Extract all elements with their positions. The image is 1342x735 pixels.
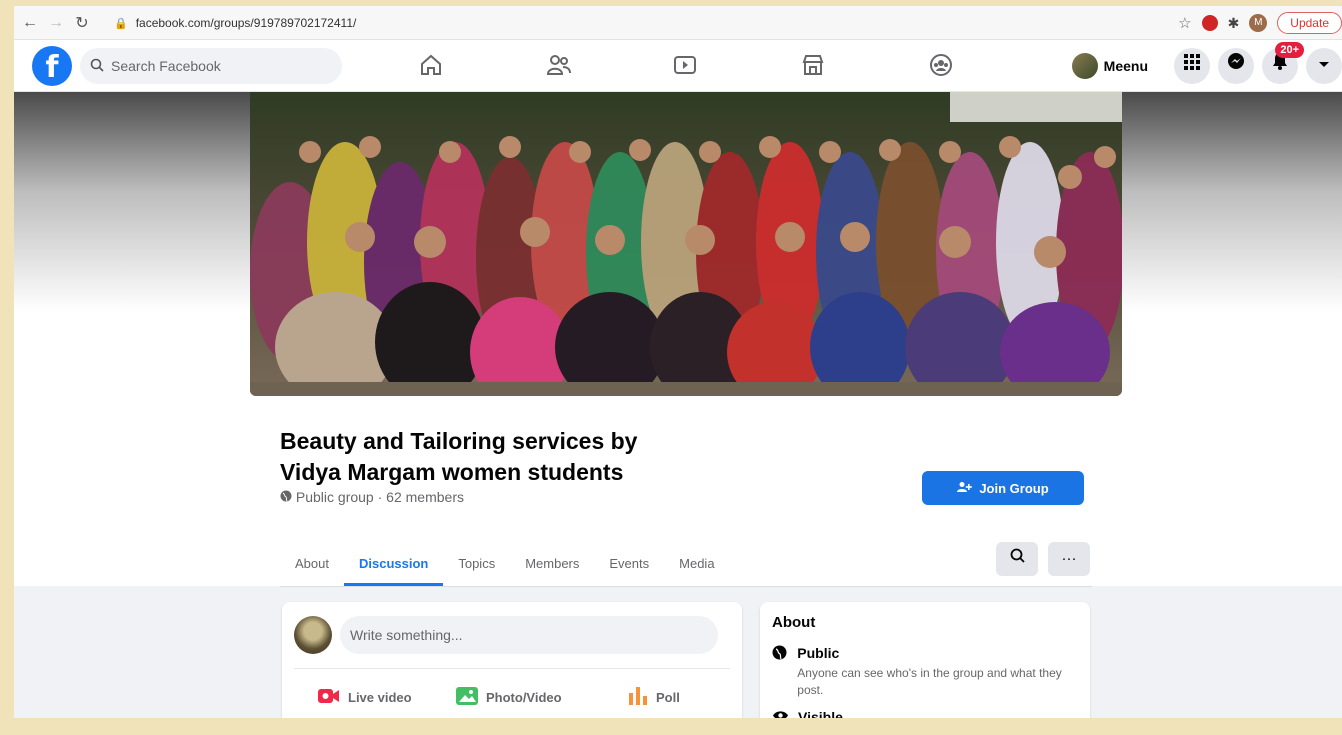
messenger-icon [1227,53,1245,74]
profile-shortcut[interactable]: Meenu [1071,53,1166,79]
friends-icon[interactable] [544,52,574,80]
group-search-button[interactable] [996,542,1038,576]
reload-icon[interactable]: ↻ [72,13,92,33]
marketplace-icon[interactable] [798,52,828,80]
more-icon: ··· [1061,550,1077,567]
join-group-button[interactable]: Join Group [922,471,1084,505]
screen: ← → ↻ 🔒 facebook.com/groups/919789702172… [14,6,1342,724]
about-heading: About [772,614,816,631]
groups-icon[interactable] [926,52,956,80]
tab-about[interactable]: About [280,542,344,586]
group-tabs: About Discussion Topics Members Events M… [280,542,730,586]
about-public-title: Public [797,645,840,661]
back-icon[interactable]: ← [20,14,40,32]
browser-toolbar: ← → ↻ 🔒 facebook.com/groups/919789702172… [14,6,1342,40]
browser-update-button[interactable]: Update [1277,12,1342,34]
facebook-logo-icon[interactable]: f [32,46,72,86]
tab-events[interactable]: Events [594,542,664,586]
group-name-line-1: Beauty and Tailoring services by [280,428,638,454]
home-icon[interactable] [416,52,446,80]
about-public-row: Public Anyone can see who's in the group… [772,645,1078,699]
meta-separator: · [373,489,387,505]
header-actions: Meenu 20+ [1071,42,1342,84]
group-privacy[interactable]: Public group [296,489,374,505]
facebook-header: f Search Facebook Meenu 20+ [14,40,1342,92]
extension-icon[interactable] [1201,15,1218,31]
extensions-puzzle-icon[interactable]: ✱ [1228,15,1240,32]
photo-video-button[interactable]: Photo/Video [456,682,562,712]
poll-button[interactable]: Poll [628,682,680,712]
search-icon [1010,548,1025,567]
url-text: facebook.com/groups/919789702172411/ [135,16,357,30]
menu-grid-button[interactable] [1174,48,1210,84]
write-something-input[interactable]: Write something... [340,616,718,654]
about-card: About Public Anyone can see who's in the… [760,602,1090,724]
tab-members[interactable]: Members [510,542,594,586]
live-video-button[interactable]: Live video [318,682,412,712]
user-name: Meenu [1103,58,1148,74]
tab-topics[interactable]: Topics [443,542,510,586]
join-group-icon [957,481,973,496]
avatar [294,616,332,654]
forward-icon[interactable]: → [46,14,66,32]
group-member-count[interactable]: 62 members [386,489,464,505]
search-placeholder: Search Facebook [111,58,221,74]
lock-icon: 🔒 [114,17,128,30]
globe-icon [280,489,296,505]
tabs-divider [280,586,1092,587]
page-title: Beauty and Tailoring services by Vidya M… [280,426,637,488]
photo-video-label: Photo/Video [486,689,562,705]
bell-icon [1272,53,1288,74]
live-video-icon [318,688,340,707]
torn-paper-edge [0,718,1342,735]
watch-icon[interactable] [670,52,700,80]
browser-actions: ☆ ✱ M Update [1178,10,1342,36]
composer-divider [294,668,730,669]
join-group-label: Join Group [979,480,1049,496]
tab-media[interactable]: Media [664,542,729,586]
group-header: Beauty and Tailoring services by Vidya M… [14,92,1342,587]
caret-down-icon [1318,57,1330,74]
more-options-button[interactable]: ··· [1048,542,1090,576]
bookmark-star-icon[interactable]: ☆ [1178,14,1191,32]
grid-icon [1184,54,1200,74]
avatar [1071,53,1098,79]
notifications-button[interactable]: 20+ [1262,42,1304,84]
notification-badge: 20+ [1275,42,1304,58]
cover-photo[interactable] [250,92,1122,396]
post-composer: Write something... Live video Photo/Vide… [282,602,742,724]
tab-discussion[interactable]: Discussion [343,542,444,586]
account-menu-button[interactable] [1306,48,1342,84]
group-name-line-2: Vidya Margam women students [280,459,624,485]
live-video-label: Live video [348,689,412,705]
main-nav [394,40,954,92]
messenger-button[interactable] [1218,48,1254,84]
globe-icon [772,645,787,699]
search-input[interactable]: Search Facebook [80,48,342,84]
group-meta: Public group · 62 members [280,489,464,505]
search-icon [90,58,104,75]
poll-icon [628,686,648,708]
photo-icon [456,686,478,708]
address-bar[interactable]: 🔒 facebook.com/groups/919789702172411/ [114,12,1154,34]
poll-label: Poll [656,689,680,705]
browser-profile-avatar[interactable]: M [1249,14,1268,32]
about-public-desc: Anyone can see who's in the group and wh… [797,666,1062,697]
